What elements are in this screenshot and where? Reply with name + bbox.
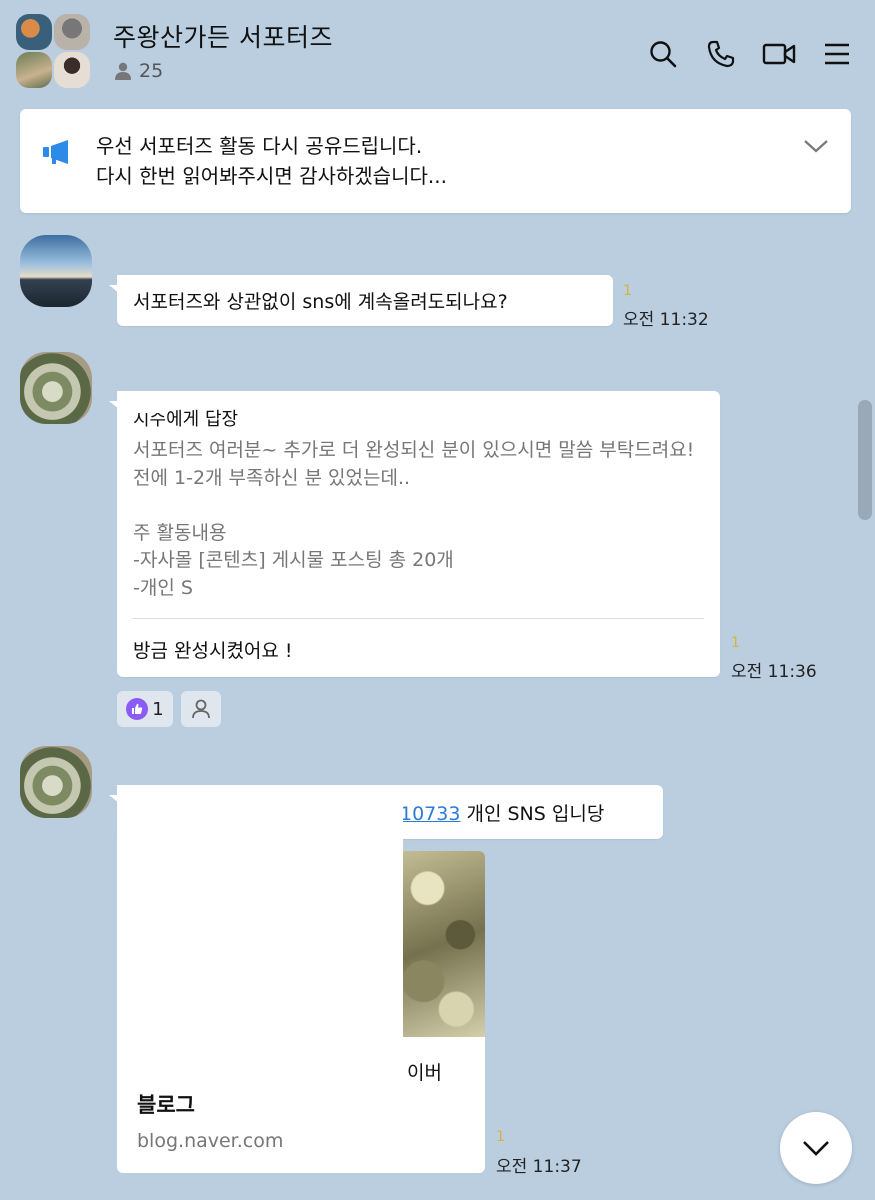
menu-icon[interactable] [819,36,855,72]
video-icon[interactable] [761,36,797,72]
reply-divider [133,618,704,619]
member-avatar [16,14,52,50]
message-bubble[interactable]: 서포터즈와 상관없이 sns에 계속올려도되나요? [109,275,613,326]
link-preview-image [403,851,485,1037]
chevron-down-icon[interactable] [803,137,829,155]
sender-avatar[interactable] [20,235,92,307]
notice-line: 다시 한번 읽어봐주시면 감사하겠습니다... [96,164,447,188]
link-preview-title: 블로그 [137,1093,195,1117]
redaction-mask [117,800,403,1083]
pinned-notice[interactable]: 우선 서포터즈 활동 다시 공유드립니다. 다시 한번 읽어봐주시면 감사하겠습… [20,109,851,213]
message-text: 서포터즈와 상관없이 sns에 계속올려도되나요? [133,291,508,313]
sender-avatar[interactable] [20,352,92,424]
notice-text: 우선 서포터즈 활동 다시 공유드립니다. 다시 한번 읽어봐주시면 감사하겠습… [96,131,447,191]
search-icon[interactable] [645,36,681,72]
quoted-message[interactable]: 서포터즈 여러분~ 추가로 더 완성되신 분이 있으시면 말씀 부탁드려요! 전… [133,437,703,602]
message-time: 오전 11:37 [496,1157,582,1177]
link-preview-domain: blog.naver.com [137,1130,284,1152]
member-count[interactable]: 25 [113,60,163,82]
unread-count: 1 [623,283,632,299]
reaction-count: 1 [152,698,164,720]
unread-count: 1 [731,635,740,651]
message-text-rest: 개인 SNS 입니당 [466,803,605,825]
thumbs-up-icon [126,698,149,720]
like-reaction[interactable]: 1 [117,691,173,727]
scrollbar-thumb[interactable] [858,400,872,520]
reply-message-bubble[interactable]: 지수에게 답장 서포터즈 여러분~ 추가로 더 완성되신 분이 있으시면 말씀 … [109,391,720,677]
megaphone-icon [43,140,68,164]
member-avatar [54,14,90,50]
redaction-mask [117,391,159,413]
member-avatar [54,52,90,88]
reaction-bar: 1 [117,691,221,727]
notice-line: 우선 서포터즈 활동 다시 공유드립니다. [96,134,423,158]
chevron-down-icon [803,1141,829,1156]
reactor-list-button[interactable] [181,691,221,727]
message-time: 오전 11:36 [731,662,817,682]
person-icon [192,699,210,719]
sender-avatar[interactable] [20,746,92,818]
message-text: 10733 개인 SNS 입니당 [400,799,604,826]
member-count-value: 25 [139,60,164,82]
member-avatar [16,52,52,88]
person-icon [115,62,131,80]
message-link[interactable]: 10733 [400,803,460,825]
message-time: 오전 11:32 [623,310,709,330]
scroll-to-bottom-button[interactable] [780,1112,852,1184]
chat-room-title: 주왕산가든 서포터즈 [113,23,333,52]
phone-icon[interactable] [703,36,739,72]
link-preview-title: 이버 [407,1062,442,1084]
unread-count: 1 [496,1129,505,1145]
chat-header: 주왕산가든 서포터즈 25 [0,0,875,100]
message-text: 방금 완성시켰어요 ! [133,640,293,662]
group-avatar[interactable] [16,14,92,90]
